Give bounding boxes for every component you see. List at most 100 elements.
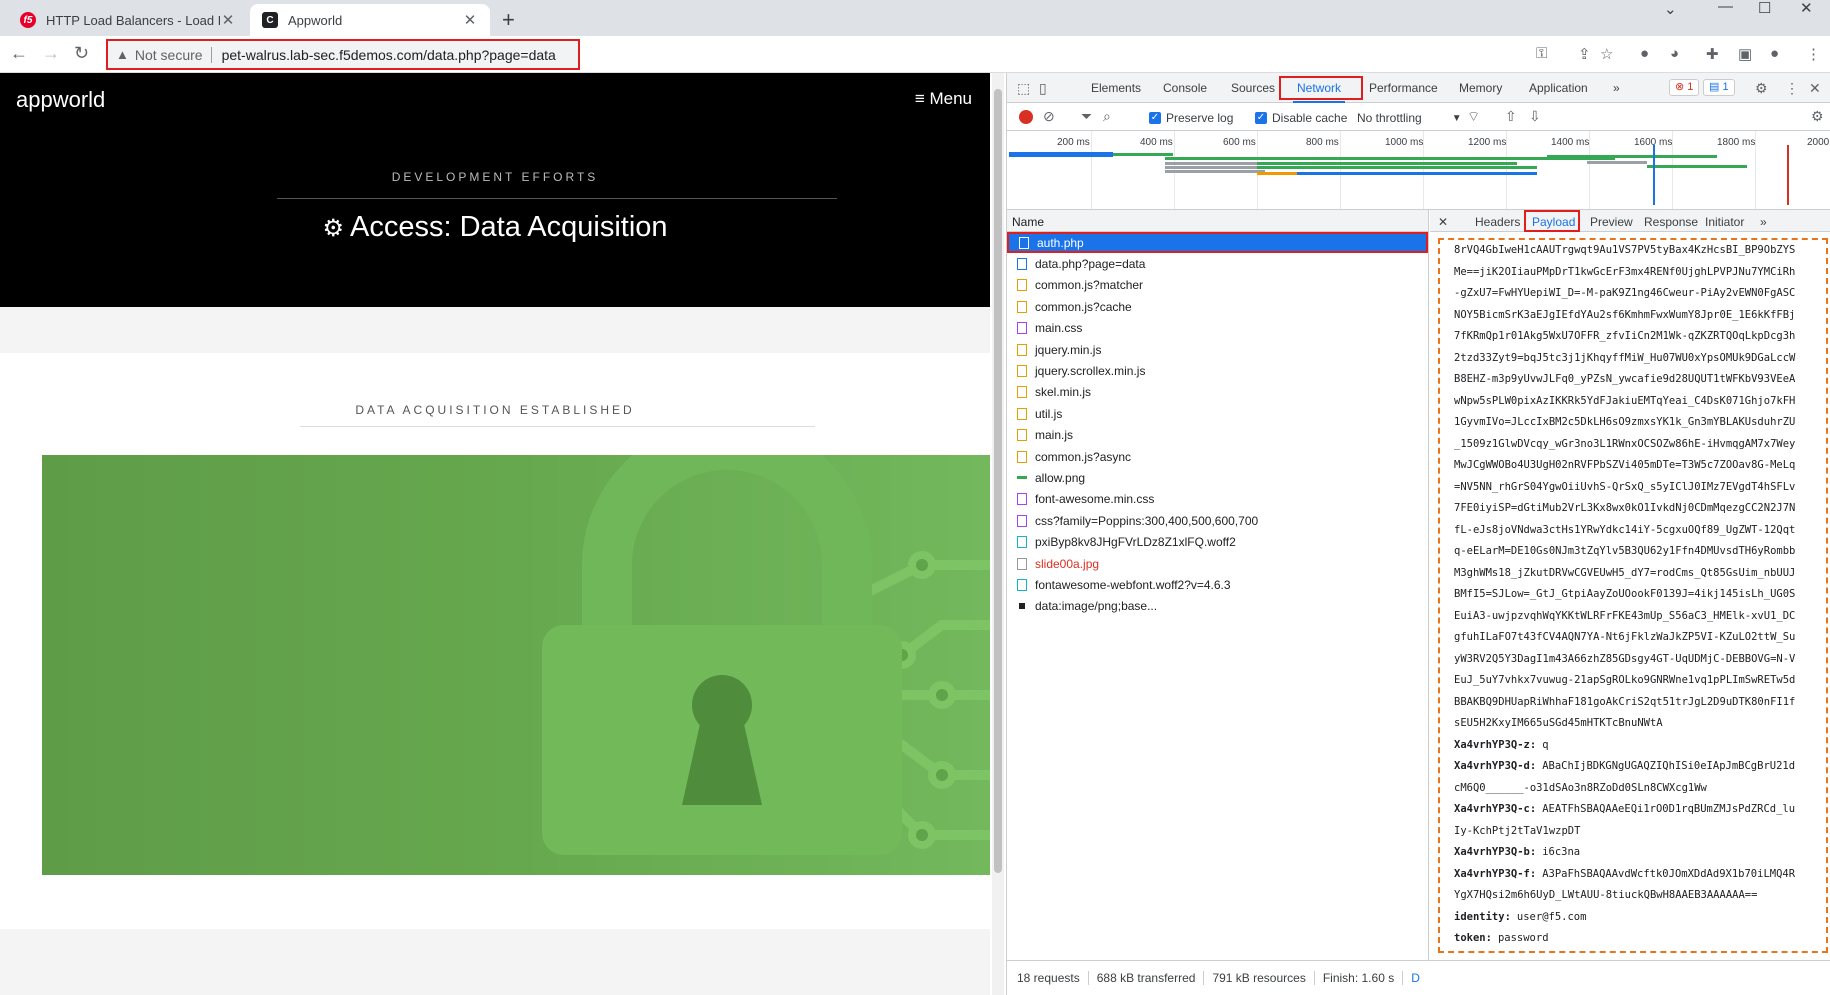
stylesheet-file-icon bbox=[1017, 514, 1027, 527]
network-conditions-icon[interactable]: ⌔ bbox=[1467, 108, 1480, 126]
request-row[interactable]: data:image/png;base... bbox=[1007, 596, 1428, 617]
extension-spy-icon[interactable]: ◕ bbox=[1670, 45, 1679, 62]
request-row[interactable]: main.js bbox=[1007, 425, 1428, 446]
preserve-log-label: Preserve log bbox=[1166, 111, 1234, 125]
security-label[interactable]: Not secure bbox=[135, 47, 203, 63]
devtools-panel: ⬚ ▯ Elements Console Sources Network Per… bbox=[1006, 73, 1830, 995]
window-close-icon[interactable]: ✕ bbox=[1800, 0, 1813, 19]
tab-console[interactable]: Console bbox=[1163, 81, 1207, 95]
tab-sources[interactable]: Sources bbox=[1231, 81, 1275, 95]
request-row[interactable]: skel.min.js bbox=[1007, 382, 1428, 403]
request-row[interactable]: main.css bbox=[1007, 318, 1428, 339]
timeline-tick: 800 ms bbox=[1306, 137, 1339, 148]
request-row[interactable]: auth.php bbox=[1007, 232, 1428, 254]
more-options-icon[interactable]: ⋮ bbox=[1785, 80, 1799, 97]
profile-avatar-icon[interactable]: ● bbox=[1770, 45, 1779, 62]
page-scrollbar-thumb[interactable] bbox=[994, 89, 1002, 873]
tab-performance[interactable]: Performance bbox=[1369, 81, 1438, 95]
record-icon[interactable] bbox=[1019, 110, 1033, 124]
payload-line: _1509z1GlwDVcqy_wGr3no3L1RWnxOCSOZw86hE-… bbox=[1454, 437, 1796, 450]
tab-elements[interactable]: Elements bbox=[1091, 81, 1141, 95]
request-name: main.js bbox=[1035, 428, 1074, 443]
device-toolbar-icon[interactable]: ▯ bbox=[1039, 80, 1047, 97]
search-icon[interactable]: ⌕ bbox=[1103, 108, 1111, 125]
request-row[interactable]: allow.png bbox=[1007, 467, 1428, 488]
preserve-log-checkbox[interactable]: ✓ Preserve log bbox=[1149, 111, 1233, 125]
share-icon[interactable]: ⇪ bbox=[1578, 45, 1591, 63]
payload-view[interactable]: 8rVQ4GbIweH1cAAUTrgwqt9Au1VS7PV5tyBax4Kz… bbox=[1438, 238, 1828, 953]
messages-badge[interactable]: ▤ 1 bbox=[1703, 79, 1735, 96]
request-row[interactable]: util.js bbox=[1007, 403, 1428, 424]
extension-cookie-icon[interactable]: ● bbox=[1640, 45, 1649, 62]
clear-icon[interactable]: ⊘ bbox=[1043, 108, 1055, 125]
request-row[interactable]: font-awesome.min.css bbox=[1007, 489, 1428, 510]
side-panel-icon[interactable]: ▣ bbox=[1738, 45, 1752, 63]
name-column-header[interactable]: Name bbox=[1007, 210, 1428, 232]
maximize-icon[interactable]: ☐ bbox=[1758, 0, 1771, 19]
tab-preview[interactable]: Preview bbox=[1590, 215, 1633, 229]
menu-button[interactable]: ≡ Menu bbox=[915, 89, 972, 109]
payload-field: identity: user@f5.com bbox=[1454, 911, 1826, 933]
close-devtools-icon[interactable]: ✕ bbox=[1809, 80, 1821, 97]
tab-headers[interactable]: Headers bbox=[1475, 215, 1520, 229]
site-logo[interactable]: appworld bbox=[16, 87, 105, 113]
request-row[interactable]: slide00a.jpg bbox=[1007, 553, 1428, 574]
forward-icon[interactable]: → bbox=[42, 43, 60, 64]
throttling-select[interactable]: No throttling ▼ bbox=[1357, 111, 1462, 125]
close-tab-icon[interactable]: ✕ bbox=[462, 11, 478, 29]
tab-search-icon[interactable]: ⌄ bbox=[1664, 0, 1677, 20]
close-tab-icon[interactable]: ✕ bbox=[220, 11, 236, 29]
errors-badge[interactable]: ⊗ 1 bbox=[1669, 79, 1700, 96]
back-icon[interactable]: ← bbox=[10, 43, 28, 64]
payload-key: Xa4vrhYP3Q-f: bbox=[1454, 867, 1537, 880]
payload-field: Xa4vrhYP3Q-f: A3PaFhSBAQAAvdWcftk0JOmXDdA… bbox=[1454, 868, 1826, 890]
payload-value: AEATFhSBAQAAeEQi1rO0D1rqBUmZMJsPdZRCd_lu bbox=[1542, 803, 1796, 815]
browser-tab-appworld[interactable]: C Appworld ✕ bbox=[250, 4, 490, 36]
tab-initiator[interactable]: Initiator bbox=[1705, 215, 1744, 229]
request-row[interactable]: common.js?async bbox=[1007, 446, 1428, 467]
network-timeline-overview[interactable]: 200 ms 400 ms 600 ms 800 ms 1000 ms 1200… bbox=[1007, 131, 1830, 210]
request-row[interactable]: pxiByp8kv8JHgFVrLDz8Z1xlFQ.woff2 bbox=[1007, 531, 1428, 552]
key-icon[interactable]: ⚿ bbox=[1536, 45, 1547, 62]
tab-memory[interactable]: Memory bbox=[1459, 81, 1502, 95]
bookmark-star-icon[interactable]: ☆ bbox=[1600, 45, 1613, 63]
request-row[interactable]: jquery.min.js bbox=[1007, 339, 1428, 360]
page-scrollbar[interactable] bbox=[992, 73, 1004, 995]
request-bar bbox=[1165, 170, 1265, 173]
warning-icon[interactable]: ▲ bbox=[116, 47, 129, 62]
more-tabs-icon[interactable]: » bbox=[1613, 81, 1620, 95]
request-row[interactable]: fontawesome-webfont.woff2?v=4.6.3 bbox=[1007, 574, 1428, 595]
inspect-element-icon[interactable]: ⬚ bbox=[1017, 80, 1030, 97]
chrome-menu-icon[interactable]: ⋮ bbox=[1806, 45, 1821, 63]
tab-application[interactable]: Application bbox=[1529, 81, 1588, 95]
browser-tab-load-balancers[interactable]: f5 HTTP Load Balancers - Load Bala ✕ bbox=[8, 4, 248, 36]
new-tab-icon[interactable]: + bbox=[502, 7, 515, 33]
payload-line: M3ghWMs18_jZkutDRVwCGVEUwH5_dY7=rodCms_Q… bbox=[1454, 566, 1796, 579]
request-row[interactable]: data.php?page=data bbox=[1007, 253, 1428, 274]
padlock-circuit-banner bbox=[42, 455, 990, 875]
network-settings-icon[interactable]: ⚙ bbox=[1811, 108, 1824, 125]
import-har-icon[interactable]: ⇧ bbox=[1505, 108, 1517, 125]
payload-value: password bbox=[1497, 932, 1549, 944]
reload-icon[interactable]: ↻ bbox=[74, 43, 89, 64]
url-text[interactable]: pet-walrus.lab-sec.f5demos.com/data.php?… bbox=[222, 47, 556, 63]
extensions-puzzle-icon[interactable]: ✚ bbox=[1706, 45, 1719, 63]
request-row[interactable]: jquery.scrollex.min.js bbox=[1007, 360, 1428, 381]
request-row[interactable]: css?family=Poppins:300,400,500,600,700 bbox=[1007, 510, 1428, 531]
browser-toolbar: ← → ↻ ▲ Not secure pet-walrus.lab-sec.f5… bbox=[0, 36, 1830, 73]
minimize-icon[interactable]: — bbox=[1718, 0, 1733, 18]
timeline-tick: 1800 ms bbox=[1717, 137, 1756, 148]
export-har-icon[interactable]: ⇩ bbox=[1529, 108, 1541, 125]
settings-gear-icon[interactable]: ⚙ bbox=[1755, 80, 1768, 97]
tab-response[interactable]: Response bbox=[1644, 215, 1698, 229]
payload-key: Xa4vrhYP3Q-c: bbox=[1454, 803, 1537, 815]
appworld-logo-icon: C bbox=[262, 12, 278, 28]
disable-cache-checkbox[interactable]: ✓ Disable cache bbox=[1255, 111, 1347, 125]
request-row[interactable]: common.js?cache bbox=[1007, 296, 1428, 317]
request-row[interactable]: common.js?matcher bbox=[1007, 275, 1428, 296]
more-detail-tabs-icon[interactable]: » bbox=[1760, 215, 1767, 229]
close-detail-icon[interactable]: ✕ bbox=[1438, 215, 1448, 229]
payload-key: Xa4vrhYP3Q-z: bbox=[1454, 738, 1537, 751]
filter-icon[interactable]: ⏷ bbox=[1081, 108, 1092, 125]
address-bar[interactable]: ▲ Not secure pet-walrus.lab-sec.f5demos.… bbox=[106, 39, 580, 70]
